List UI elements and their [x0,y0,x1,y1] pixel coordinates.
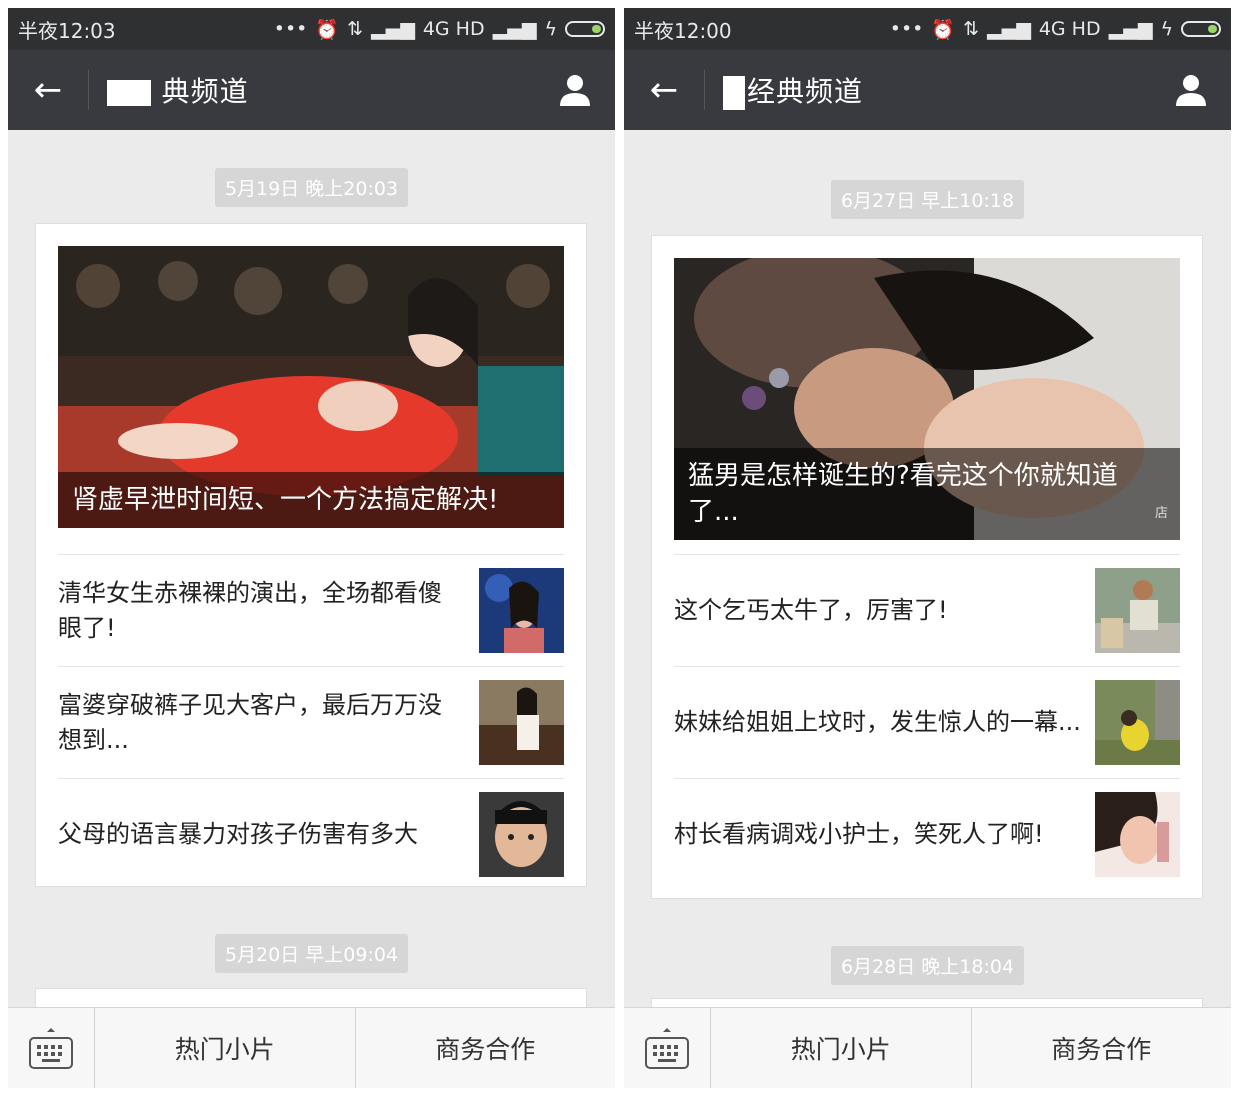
battery-icon [565,21,605,37]
item-title: 妹妹给姐姐上坟时，发生惊人的一幕... [674,708,1081,736]
list-item[interactable]: 父母的语言暴力对孩子伤害有多大 [58,778,564,890]
charging-icon: ϟ [544,18,557,40]
menu-business[interactable]: 商务合作 [970,1008,1232,1088]
status-bar: 半夜12:03 ••• ⏰ ⇅ ▂▄▆ 4G HD ▂▄▆ ϟ [8,8,615,50]
signal-icon-2: ▂▄▆ [492,18,537,40]
item-title: 清华女生赤裸裸的演出，全场都看傻眼了! [58,578,442,642]
alarm-icon: ⏰ [931,18,956,41]
keyboard-icon [645,1028,689,1069]
menu-hot-videos[interactable]: 热门小片 [95,1008,355,1088]
network-type: 4G HD [1038,18,1101,40]
list-item[interactable]: 这个乞丐太牛了，厉害了! [674,554,1180,666]
keyboard-toggle[interactable] [8,1008,95,1088]
status-time: 半夜12:03 [18,18,116,43]
top-navbar: ← 典频道 [8,50,615,130]
watermark: 店 [1154,506,1168,521]
cover-article[interactable]: 肾虚早泄时间短、一个方法搞定解决! [58,246,564,528]
right-screenshot: 半夜12:00 ••• ⏰ ⇅ ▂▄▆ 4G HD ▂▄▆ ϟ ← 经典频道 6… [624,8,1231,1088]
list-item[interactable]: 村长看病调戏小护士，笑死人了啊! [674,778,1180,890]
bottom-menu-bar: 热门小片 商务合作 [8,1007,615,1088]
status-bar: 半夜12:00 ••• ⏰ ⇅ ▂▄▆ 4G HD ▂▄▆ ϟ [624,8,1231,50]
keyboard-toggle[interactable] [624,1008,711,1088]
network-type: 4G HD [422,18,485,40]
list-item[interactable]: 妹妹给姐姐上坟时，发生惊人的一幕... [674,666,1180,778]
alarm-icon: ⏰ [315,18,340,41]
item-thumbnail [1095,568,1180,653]
signal-icon: ▂▄▆ [370,18,415,40]
article-card: 肾虚早泄时间短、一个方法搞定解决! 清华女生赤裸裸的演出，全场都看傻眼了! 富婆… [35,223,587,887]
menu-hot-videos[interactable]: 热门小片 [711,1008,971,1088]
item-thumbnail [1095,792,1180,877]
message-feed[interactable]: 5月19日 晚上20:03 肾虚早泄时间短、一个方法搞定解决! 清华女生赤裸裸的… [8,130,615,1007]
item-thumbnail [1095,680,1180,765]
profile-icon[interactable] [535,50,615,130]
item-thumbnail [479,680,564,765]
item-thumbnail [479,568,564,653]
item-title: 父母的语言暴力对孩子伤害有多大 [58,820,418,848]
redacted-block [107,80,151,106]
list-item[interactable]: 清华女生赤裸裸的演出，全场都看傻眼了! [58,554,564,666]
data-arrows-icon: ⇅ [963,18,979,40]
list-item[interactable]: 富婆穿破裤子见大客户，最后万万没想到... [58,666,564,778]
more-icon: ••• [273,18,308,40]
data-arrows-icon: ⇅ [347,18,363,40]
item-title: 富婆穿破裤子见大客户，最后万万没想到... [58,690,442,754]
battery-icon [1181,21,1221,37]
timestamp: 5月19日 晚上20:03 [214,168,409,207]
more-icon: ••• [889,18,924,40]
signal-icon: ▂▄▆ [986,18,1031,40]
cover-article[interactable]: 猛男是怎样诞生的?看完这个你就知道了... 店 [674,258,1180,540]
message-feed[interactable]: 6月27日 早上10:18 猛男是怎样诞生的?看完这个你就知道了... 店 这个… [624,130,1231,1007]
status-time: 半夜12:00 [634,18,732,43]
item-title: 村长看病调戏小护士，笑死人了啊! [674,820,1044,848]
charging-icon: ϟ [1160,18,1173,40]
signal-icon-2: ▂▄▆ [1108,18,1153,40]
timestamp: 6月27日 早上10:18 [830,180,1025,219]
redacted-block [723,76,745,110]
menu-business[interactable]: 商务合作 [354,1008,616,1088]
channel-title: 典频道 [89,70,535,110]
profile-icon[interactable] [1151,50,1231,130]
cover-caption: 肾虚早泄时间短、一个方法搞定解决! [58,472,564,528]
cover-caption: 猛男是怎样诞生的?看完这个你就知道了... 店 [674,448,1180,540]
bottom-menu-bar: 热门小片 商务合作 [624,1007,1231,1088]
timestamp: 5月20日 早上09:04 [214,934,409,973]
channel-title: 经典频道 [705,70,1151,110]
article-card: 猛男是怎样诞生的?看完这个你就知道了... 店 这个乞丐太牛了，厉害了! 妹妹给… [651,235,1203,899]
timestamp: 6月28日 晚上18:04 [830,946,1025,985]
back-arrow-icon[interactable]: ← [8,50,88,130]
top-navbar: ← 经典频道 [624,50,1231,130]
back-arrow-icon[interactable]: ← [624,50,704,130]
item-thumbnail [479,792,564,877]
article-card-partial [651,998,1203,1007]
keyboard-icon [29,1028,73,1069]
item-title: 这个乞丐太牛了，厉害了! [674,596,948,624]
article-card-partial [35,988,587,1007]
left-screenshot: 半夜12:03 ••• ⏰ ⇅ ▂▄▆ 4G HD ▂▄▆ ϟ ← 典频道 5月… [8,8,615,1088]
